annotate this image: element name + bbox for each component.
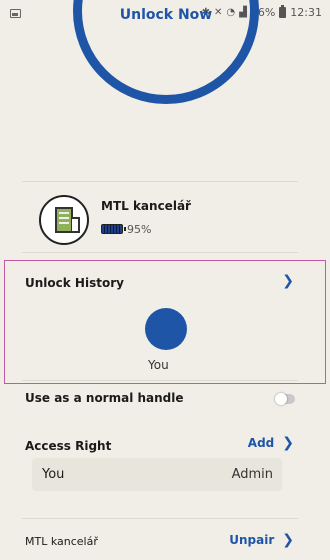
unlock-now-label: Unlock Now: [119, 7, 213, 23]
access-user-name: You: [42, 467, 65, 482]
unpair-device-name: MTL kancelář: [25, 535, 98, 548]
access-right-row: Access Right Add ❯: [22, 429, 298, 459]
access-right-title: Access Right: [25, 439, 112, 453]
unpair-label: Unpair: [229, 533, 275, 547]
unpair-row: MTL kancelář Unpair ❯: [22, 518, 298, 560]
status-time: 12:31: [290, 6, 322, 19]
selection-highlight: [4, 260, 326, 384]
normal-handle-toggle[interactable]: [275, 393, 295, 405]
device-name: MTL kancelář: [101, 199, 191, 213]
device-battery-icon: [101, 224, 126, 234]
normal-handle-row: Use as a normal handle: [22, 380, 298, 416]
chevron-right-icon: ❯: [282, 532, 294, 548]
unlock-now-button[interactable]: Unlock Now: [73, 0, 259, 104]
device-battery-percent: 95%: [127, 223, 152, 236]
battery-icon: [279, 5, 287, 18]
chevron-right-icon: ❯: [282, 435, 294, 451]
access-user-role: Admin: [231, 467, 273, 482]
image-icon: [10, 9, 21, 18]
device-avatar: [39, 195, 89, 245]
access-user-card[interactable]: You Admin: [32, 458, 282, 491]
add-access-label: Add: [247, 436, 275, 450]
add-access-button[interactable]: Add ❯: [248, 435, 294, 451]
building-icon: [55, 207, 73, 233]
device-info-row: MTL kancelář 95%: [22, 181, 298, 253]
unpair-button[interactable]: Unpair ❯: [229, 532, 294, 548]
normal-handle-label: Use as a normal handle: [25, 391, 184, 405]
